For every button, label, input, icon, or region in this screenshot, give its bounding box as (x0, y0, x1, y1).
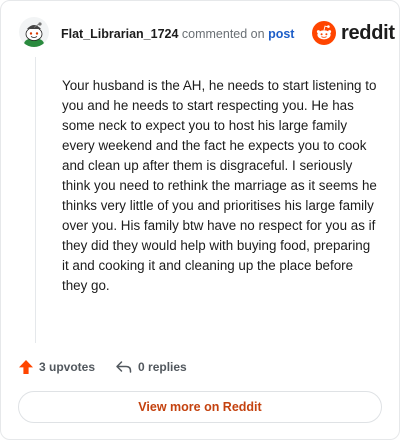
reply-count: 0 replies (138, 360, 187, 374)
upvote-count: 3 upvotes (39, 360, 96, 374)
upvote-button[interactable]: 3 upvotes (18, 359, 95, 375)
view-more-button[interactable]: View more on Reddit (18, 391, 382, 423)
avatar[interactable] (19, 17, 49, 47)
avatar-snoo-icon (24, 22, 44, 47)
reddit-snoo-icon (312, 21, 336, 45)
reply-arrow-icon (116, 361, 132, 373)
reddit-logo[interactable]: reddit (312, 21, 395, 45)
post-link[interactable]: post (268, 27, 294, 41)
username[interactable]: Flat_Librarian_1724 (61, 27, 178, 41)
thread-line (35, 57, 36, 343)
reddit-wordmark: reddit (341, 21, 395, 44)
comment-body: Your husband is the AH, he needs to star… (62, 78, 377, 293)
upvote-arrow-icon (19, 360, 33, 374)
comment-embed-card: Flat_Librarian_1724 commented on post re… (0, 0, 400, 440)
comment-actions: 3 upvotes 0 replies (18, 359, 187, 375)
comment-header: Flat_Librarian_1724 commented on post (61, 27, 294, 41)
commented-on-text: commented on (181, 27, 265, 41)
reply-button[interactable]: 0 replies (115, 359, 187, 375)
